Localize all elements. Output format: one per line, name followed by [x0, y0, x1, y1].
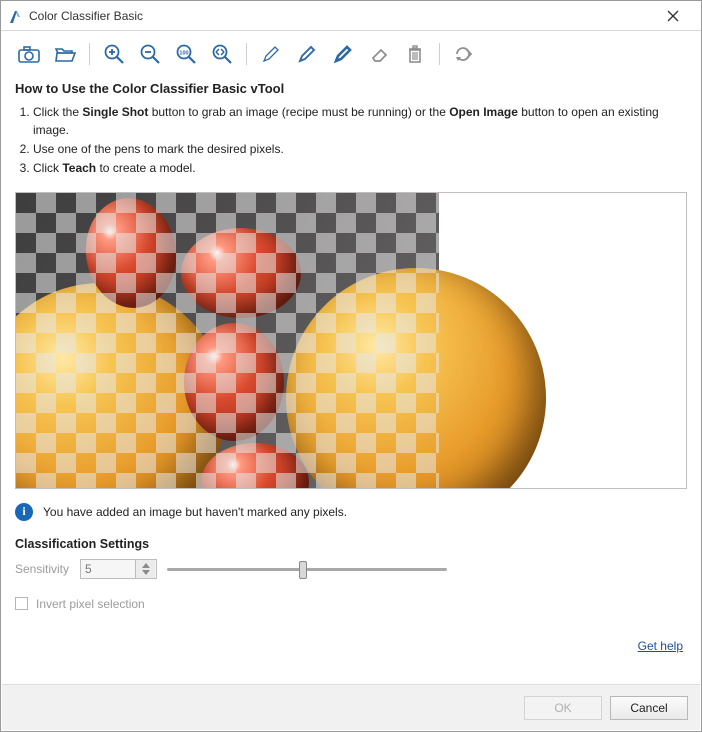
info-icon: i	[15, 503, 33, 521]
instructions-step-3: Click Teach to create a model.	[33, 159, 687, 177]
instructions-step-2: Use one of the pens to mark the desired …	[33, 140, 687, 158]
dialog-footer: OK Cancel	[2, 684, 700, 730]
zoom-in-button[interactable]	[100, 41, 128, 67]
close-button[interactable]	[653, 2, 693, 30]
settings-heading: Classification Settings	[15, 537, 687, 551]
slider-track	[167, 568, 447, 571]
toolbar-separator	[439, 43, 440, 65]
window-title: Color Classifier Basic	[29, 9, 653, 23]
sensitivity-label: Sensitivity	[15, 562, 70, 576]
sensitivity-input[interactable]	[81, 562, 135, 576]
invert-label: Invert pixel selection	[36, 597, 145, 611]
delete-button[interactable]	[401, 41, 429, 67]
pen-medium-icon	[297, 44, 317, 64]
classification-settings: Classification Settings Sensitivity	[1, 525, 701, 583]
invert-selection-row: Invert pixel selection	[1, 583, 701, 611]
zoom-out-icon	[139, 43, 161, 65]
zoom-fit-icon	[211, 43, 233, 65]
open-image-button[interactable]	[51, 41, 79, 67]
pen-medium-button[interactable]	[293, 41, 321, 67]
help-link-row: Get help	[1, 611, 701, 653]
image-canvas[interactable]	[15, 192, 687, 489]
teach-icon	[453, 44, 475, 64]
app-icon	[7, 8, 23, 24]
pen-large-icon	[333, 44, 353, 64]
instructions: How to Use the Color Classifier Basic vT…	[1, 73, 701, 186]
zoom-100-icon: 100	[175, 43, 197, 65]
svg-text:100: 100	[179, 51, 188, 57]
folder-open-icon	[54, 45, 76, 63]
slider-thumb[interactable]	[299, 561, 307, 579]
close-icon	[667, 10, 679, 22]
pen-large-button[interactable]	[329, 41, 357, 67]
eraser-icon	[369, 44, 389, 64]
pen-small-icon	[261, 44, 281, 64]
toolbar-separator	[246, 43, 247, 65]
zoom-fit-button[interactable]	[208, 41, 236, 67]
single-shot-button[interactable]	[15, 41, 43, 67]
instructions-heading: How to Use the Color Classifier Basic vT…	[15, 79, 687, 99]
pen-small-button[interactable]	[257, 41, 285, 67]
camera-icon	[18, 45, 40, 63]
sensitivity-slider[interactable]	[167, 559, 447, 579]
zoom-100-button[interactable]: 100	[172, 41, 200, 67]
toolbar-separator	[89, 43, 90, 65]
info-message: You have added an image but haven't mark…	[43, 505, 347, 519]
eraser-button[interactable]	[365, 41, 393, 67]
image-preview	[16, 193, 439, 488]
stepper-buttons-icon[interactable]	[135, 560, 155, 578]
zoom-out-button[interactable]	[136, 41, 164, 67]
info-message-row: i You have added an image but haven't ma…	[1, 489, 701, 525]
titlebar: Color Classifier Basic	[1, 1, 701, 31]
invert-checkbox[interactable]	[15, 597, 28, 610]
teach-button[interactable]	[450, 41, 478, 67]
get-help-link[interactable]: Get help	[638, 639, 683, 653]
sensitivity-stepper[interactable]	[80, 559, 157, 579]
toolbar: 100	[1, 31, 701, 73]
instructions-step-1: Click the Single Shot button to grab an …	[33, 103, 687, 139]
zoom-in-icon	[103, 43, 125, 65]
trash-icon	[405, 44, 425, 64]
cancel-button[interactable]: Cancel	[610, 696, 688, 720]
ok-button: OK	[524, 696, 602, 720]
